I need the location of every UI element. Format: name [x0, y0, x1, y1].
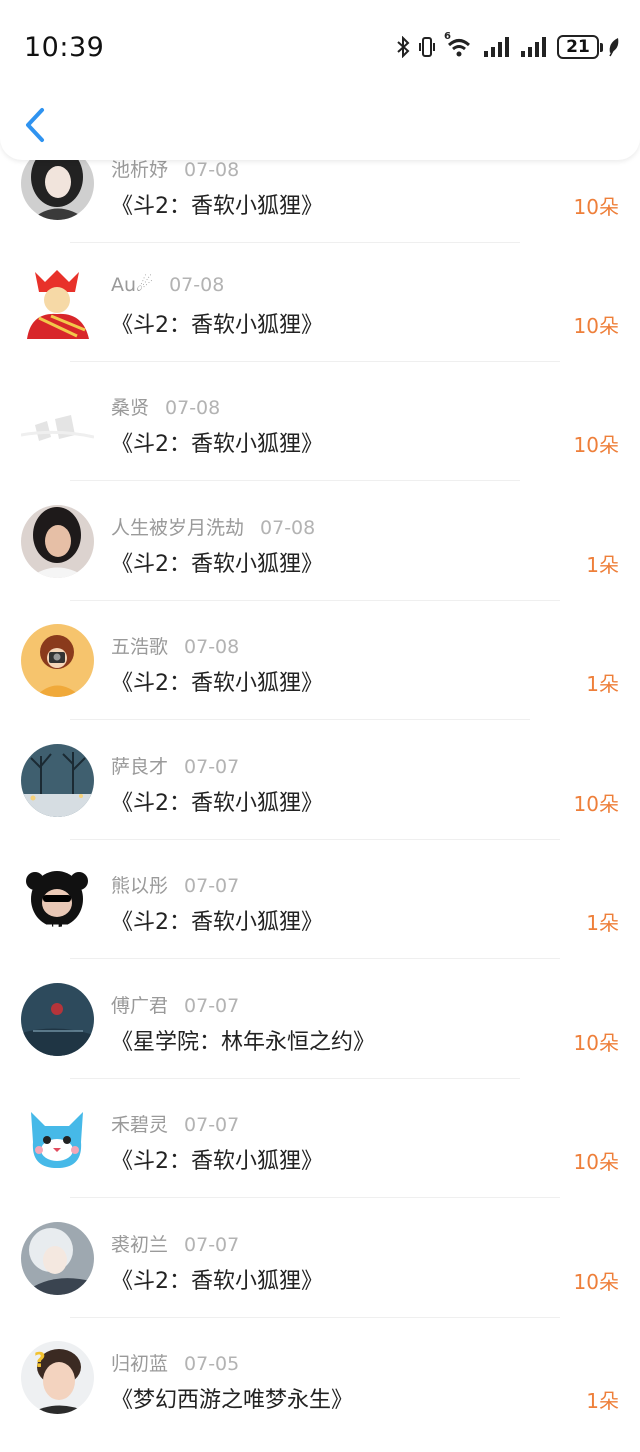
- svg-text:?: ?: [34, 1348, 46, 1372]
- book-title: 《斗2：香软小狐狸》: [111, 432, 323, 457]
- user-name: 桑贤: [111, 397, 150, 419]
- avatar[interactable]: [21, 266, 94, 339]
- book-title: 《斗2：香软小狐狸》: [111, 1149, 323, 1174]
- gift-amount: 10朵: [573, 314, 619, 338]
- list-item[interactable]: ■■■ ■■ 熊以彤 07-07 《斗2：香软小狐狸》 1朵: [0, 838, 640, 959]
- list-item[interactable]: ? 归初蓝 07-05 《梦幻西游之唯梦永生》 1朵: [0, 1316, 640, 1435]
- bluetooth-icon: [397, 36, 410, 58]
- book-title: 《斗2：香软小狐狸》: [111, 910, 323, 935]
- book-title: 《梦幻西游之唯梦永生》: [111, 1388, 354, 1413]
- list-item[interactable]: 五浩歌 07-08 《斗2：香软小狐狸》 1朵: [0, 599, 640, 720]
- gift-amount: 10朵: [573, 195, 619, 219]
- wifi-group: 6: [444, 31, 474, 59]
- gift-amount: 1朵: [586, 1389, 619, 1413]
- user-name: 人生被岁月洗劫: [111, 517, 245, 539]
- avatar[interactable]: [21, 744, 94, 817]
- gift-amount: 10朵: [573, 433, 619, 457]
- gift-date: 07-07: [184, 1114, 240, 1136]
- book-title: 《斗2：香软小狐狸》: [111, 1269, 323, 1294]
- network-label: 6: [444, 31, 451, 42]
- user-name: Au☄: [111, 274, 154, 296]
- top-bar: 10:39 6 21: [0, 0, 640, 160]
- chevron-left-icon[interactable]: [20, 106, 50, 144]
- gift-record-list[interactable]: 池析妤 07-08 《斗2：香软小狐狸》 10朵 Au☄ 07-08 《斗2：香软小…: [0, 0, 640, 1452]
- user-name: 池析妤: [111, 159, 169, 181]
- svg-text:■■■ ■■: ■■■ ■■: [39, 923, 74, 931]
- leaf-icon: [609, 38, 619, 57]
- book-title: 《斗2：香软小狐狸》: [111, 313, 323, 338]
- avatar[interactable]: ?: [21, 1341, 94, 1414]
- gift-amount: 10朵: [573, 1270, 619, 1294]
- user-name: 萨良才: [111, 756, 169, 778]
- gift-amount: 10朵: [573, 792, 619, 816]
- list-item[interactable]: 人生被岁月洗劫 07-08 《斗2：香软小狐狸》 1朵: [0, 480, 640, 601]
- gift-date: 07-07: [184, 756, 240, 778]
- book-title: 《斗2：香软小狐狸》: [111, 791, 323, 816]
- book-title: 《星学院：林年永恒之约》: [111, 1030, 376, 1055]
- gift-amount: 10朵: [573, 1031, 619, 1055]
- list-item[interactable]: 萨良才 07-07 《斗2：香软小狐狸》 10朵: [0, 719, 640, 840]
- list-item[interactable]: 裘初兰 07-07 《斗2：香软小狐狸》 10朵: [0, 1197, 640, 1318]
- gift-date: 07-08: [169, 274, 225, 296]
- avatar[interactable]: ■■■ ■■: [21, 863, 94, 936]
- list-item[interactable]: 桑贤 07-08 《斗2：香软小狐狸》 10朵: [0, 360, 640, 481]
- avatar[interactable]: [21, 1102, 94, 1175]
- signal-icon-sim1: [484, 37, 509, 57]
- gift-date: 07-07: [184, 875, 240, 897]
- avatar[interactable]: [21, 385, 94, 458]
- user-name: 归初蓝: [111, 1353, 169, 1375]
- gift-amount: 1朵: [586, 672, 619, 696]
- gift-amount: 10朵: [573, 1150, 619, 1174]
- gift-date: 07-08: [184, 636, 240, 658]
- avatar[interactable]: [21, 983, 94, 1056]
- status-time: 10:39: [24, 32, 105, 63]
- status-icons: 6 21: [396, 31, 620, 61]
- user-name: 裘初兰: [111, 1234, 169, 1256]
- book-title: 《斗2：香软小狐狸》: [111, 552, 323, 577]
- avatar[interactable]: [21, 624, 94, 697]
- gift-date: 07-08: [184, 159, 240, 181]
- battery-indicator: 21: [557, 35, 603, 59]
- signal-icon-sim2: [521, 37, 546, 57]
- gift-date: 07-08: [260, 517, 316, 539]
- avatar[interactable]: [21, 1222, 94, 1295]
- user-name: 熊以彤: [111, 875, 169, 897]
- gift-amount: 1朵: [586, 911, 619, 935]
- gift-amount: 1朵: [586, 553, 619, 577]
- list-item[interactable]: Au☄ 07-08 《斗2：香软小狐狸》 10朵: [0, 241, 640, 362]
- gift-date: 07-07: [184, 1234, 240, 1256]
- user-name: 禾碧灵: [111, 1114, 169, 1136]
- list-item[interactable]: 禾碧灵 07-07 《斗2：香软小狐狸》 10朵: [0, 1077, 640, 1198]
- gift-date: 07-05: [184, 1353, 240, 1375]
- avatar[interactable]: [21, 505, 94, 578]
- user-name: 傅广君: [111, 995, 169, 1017]
- vibrate-icon: [419, 37, 435, 57]
- gift-date: 07-08: [165, 397, 221, 419]
- list-item[interactable]: 傅广君 07-07 《星学院：林年永恒之约》 10朵: [0, 958, 640, 1079]
- book-title: 《斗2：香软小狐狸》: [111, 671, 323, 696]
- book-title: 《斗2：香软小狐狸》: [111, 194, 323, 219]
- gift-date: 07-07: [184, 995, 240, 1017]
- user-name: 五浩歌: [111, 636, 169, 658]
